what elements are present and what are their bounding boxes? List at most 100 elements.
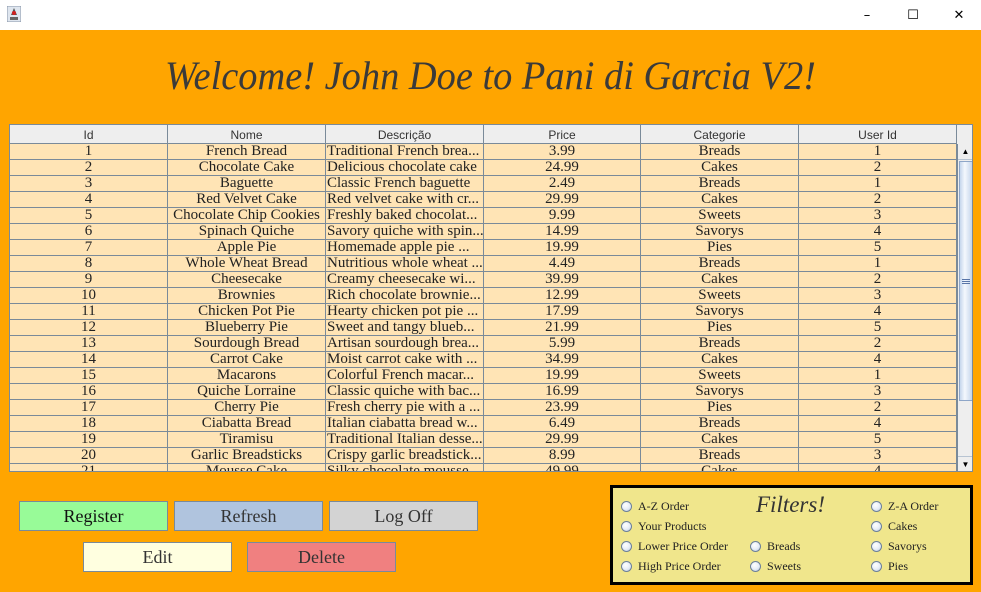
cell-descricao[interactable]: Freshly baked chocolat...: [326, 208, 484, 223]
cell-nome[interactable]: Chicken Pot Pie: [168, 304, 326, 319]
table-row[interactable]: 11 Chicken Pot Pie Hearty chicken pot pie …: [10, 304, 957, 320]
table-row[interactable]: 4 Red Velvet Cake Red velvet cake with cr.…: [10, 192, 957, 208]
radio-button-icon[interactable]: [871, 561, 882, 572]
table-row[interactable]: 1 French Bread Traditional French brea... 3…: [10, 144, 957, 160]
radio-button-icon[interactable]: [621, 501, 632, 512]
column-header-nome[interactable]: Nome: [168, 125, 326, 144]
radio-button-icon[interactable]: [621, 561, 632, 572]
radio-sweets[interactable]: Sweets: [750, 559, 801, 574]
scroll-up-button[interactable]: ▲: [958, 144, 972, 160]
table-row[interactable]: 7 Apple Pie Homemade apple pie ... 19.99 Pie…: [10, 240, 957, 256]
register-button[interactable]: Register: [19, 501, 168, 531]
table-row[interactable]: 6 Spinach Quiche Savory quiche with spin..…: [10, 224, 957, 240]
cell-price[interactable]: 5.99: [484, 336, 641, 351]
cell-user-id[interactable]: 5: [799, 432, 957, 447]
cell-id[interactable]: 17: [10, 400, 168, 415]
column-header-price[interactable]: Price: [484, 125, 641, 144]
cell-price[interactable]: 16.99: [484, 384, 641, 399]
cell-nome[interactable]: Baguette: [168, 176, 326, 191]
cell-nome[interactable]: Blueberry Pie: [168, 320, 326, 335]
cell-id[interactable]: 5: [10, 208, 168, 223]
cell-price[interactable]: 24.99: [484, 160, 641, 175]
cell-price[interactable]: 17.99: [484, 304, 641, 319]
cell-descricao[interactable]: Classic quiche with bac...: [326, 384, 484, 399]
cell-categorie[interactable]: Breads: [641, 144, 799, 159]
cell-categorie[interactable]: Sweets: [641, 208, 799, 223]
cell-user-id[interactable]: 1: [799, 176, 957, 191]
radio-za-order[interactable]: Z-A Order: [871, 499, 938, 514]
cell-id[interactable]: 8: [10, 256, 168, 271]
cell-user-id[interactable]: 3: [799, 448, 957, 463]
cell-nome[interactable]: Brownies: [168, 288, 326, 303]
cell-price[interactable]: 29.99: [484, 432, 641, 447]
cell-price[interactable]: 19.99: [484, 240, 641, 255]
cell-nome[interactable]: Cherry Pie: [168, 400, 326, 415]
cell-id[interactable]: 6: [10, 224, 168, 239]
cell-nome[interactable]: Tiramisu: [168, 432, 326, 447]
cell-categorie[interactable]: Pies: [641, 240, 799, 255]
cell-nome[interactable]: French Bread: [168, 144, 326, 159]
cell-id[interactable]: 10: [10, 288, 168, 303]
cell-id[interactable]: 1: [10, 144, 168, 159]
column-header-categorie[interactable]: Categorie: [641, 125, 799, 144]
cell-user-id[interactable]: 1: [799, 144, 957, 159]
column-header-user-id[interactable]: User Id: [799, 125, 957, 144]
cell-categorie[interactable]: Savorys: [641, 224, 799, 239]
radio-button-icon[interactable]: [871, 501, 882, 512]
cell-user-id[interactable]: 1: [799, 256, 957, 271]
close-button[interactable]: ✕: [936, 0, 981, 30]
cell-id[interactable]: 11: [10, 304, 168, 319]
cell-user-id[interactable]: 5: [799, 320, 957, 335]
cell-price[interactable]: 49.99: [484, 464, 641, 471]
cell-price[interactable]: 21.99: [484, 320, 641, 335]
cell-categorie[interactable]: Breads: [641, 176, 799, 191]
cell-id[interactable]: 15: [10, 368, 168, 383]
cell-categorie[interactable]: Breads: [641, 448, 799, 463]
table-row[interactable]: 8 Whole Wheat Bread Nutritious whole wheat…: [10, 256, 957, 272]
table-row[interactable]: 13 Sourdough Bread Artisan sourdough brea.…: [10, 336, 957, 352]
cell-categorie[interactable]: Cakes: [641, 352, 799, 367]
cell-descricao[interactable]: Artisan sourdough brea...: [326, 336, 484, 351]
cell-descricao[interactable]: Savory quiche with spin...: [326, 224, 484, 239]
table-row[interactable]: 3 Baguette Classic French baguette 2.49 Brea…: [10, 176, 957, 192]
cell-descricao[interactable]: Italian ciabatta bread w...: [326, 416, 484, 431]
cell-id[interactable]: 4: [10, 192, 168, 207]
minimize-button[interactable]: –: [844, 0, 890, 30]
cell-descricao[interactable]: Creamy cheesecake wi...: [326, 272, 484, 287]
cell-descricao[interactable]: Homemade apple pie ...: [326, 240, 484, 255]
cell-nome[interactable]: Apple Pie: [168, 240, 326, 255]
cell-categorie[interactable]: Breads: [641, 416, 799, 431]
cell-price[interactable]: 9.99: [484, 208, 641, 223]
cell-descricao[interactable]: Moist carrot cake with ...: [326, 352, 484, 367]
cell-price[interactable]: 2.49: [484, 176, 641, 191]
cell-descricao[interactable]: Sweet and tangy blueb...: [326, 320, 484, 335]
cell-price[interactable]: 14.99: [484, 224, 641, 239]
column-header-descricao[interactable]: Descrição: [326, 125, 484, 144]
cell-categorie[interactable]: Pies: [641, 400, 799, 415]
cell-id[interactable]: 7: [10, 240, 168, 255]
radio-button-icon[interactable]: [621, 521, 632, 532]
cell-nome[interactable]: Macarons: [168, 368, 326, 383]
table-row[interactable]: 21 Mousse Cake Silky chocolate mousse... 49…: [10, 464, 957, 471]
cell-descricao[interactable]: Red velvet cake with cr...: [326, 192, 484, 207]
cell-id[interactable]: 20: [10, 448, 168, 463]
delete-button[interactable]: Delete: [247, 542, 396, 572]
cell-id[interactable]: 2: [10, 160, 168, 175]
cell-categorie[interactable]: Savorys: [641, 384, 799, 399]
log-off-button[interactable]: Log Off: [329, 501, 478, 531]
cell-price[interactable]: 39.99: [484, 272, 641, 287]
cell-descricao[interactable]: Fresh cherry pie with a ...: [326, 400, 484, 415]
cell-price[interactable]: 6.49: [484, 416, 641, 431]
cell-user-id[interactable]: 1: [799, 368, 957, 383]
cell-price[interactable]: 3.99: [484, 144, 641, 159]
cell-categorie[interactable]: Sweets: [641, 368, 799, 383]
table-row[interactable]: 9 Cheesecake Creamy cheesecake wi... 39.99 C…: [10, 272, 957, 288]
cell-descricao[interactable]: Crispy garlic breadstick...: [326, 448, 484, 463]
cell-price[interactable]: 4.49: [484, 256, 641, 271]
cell-nome[interactable]: Quiche Lorraine: [168, 384, 326, 399]
cell-user-id[interactable]: 3: [799, 288, 957, 303]
cell-price[interactable]: 23.99: [484, 400, 641, 415]
cell-price[interactable]: 29.99: [484, 192, 641, 207]
scrollbar-thumb[interactable]: [959, 161, 972, 401]
cell-id[interactable]: 21: [10, 464, 168, 471]
